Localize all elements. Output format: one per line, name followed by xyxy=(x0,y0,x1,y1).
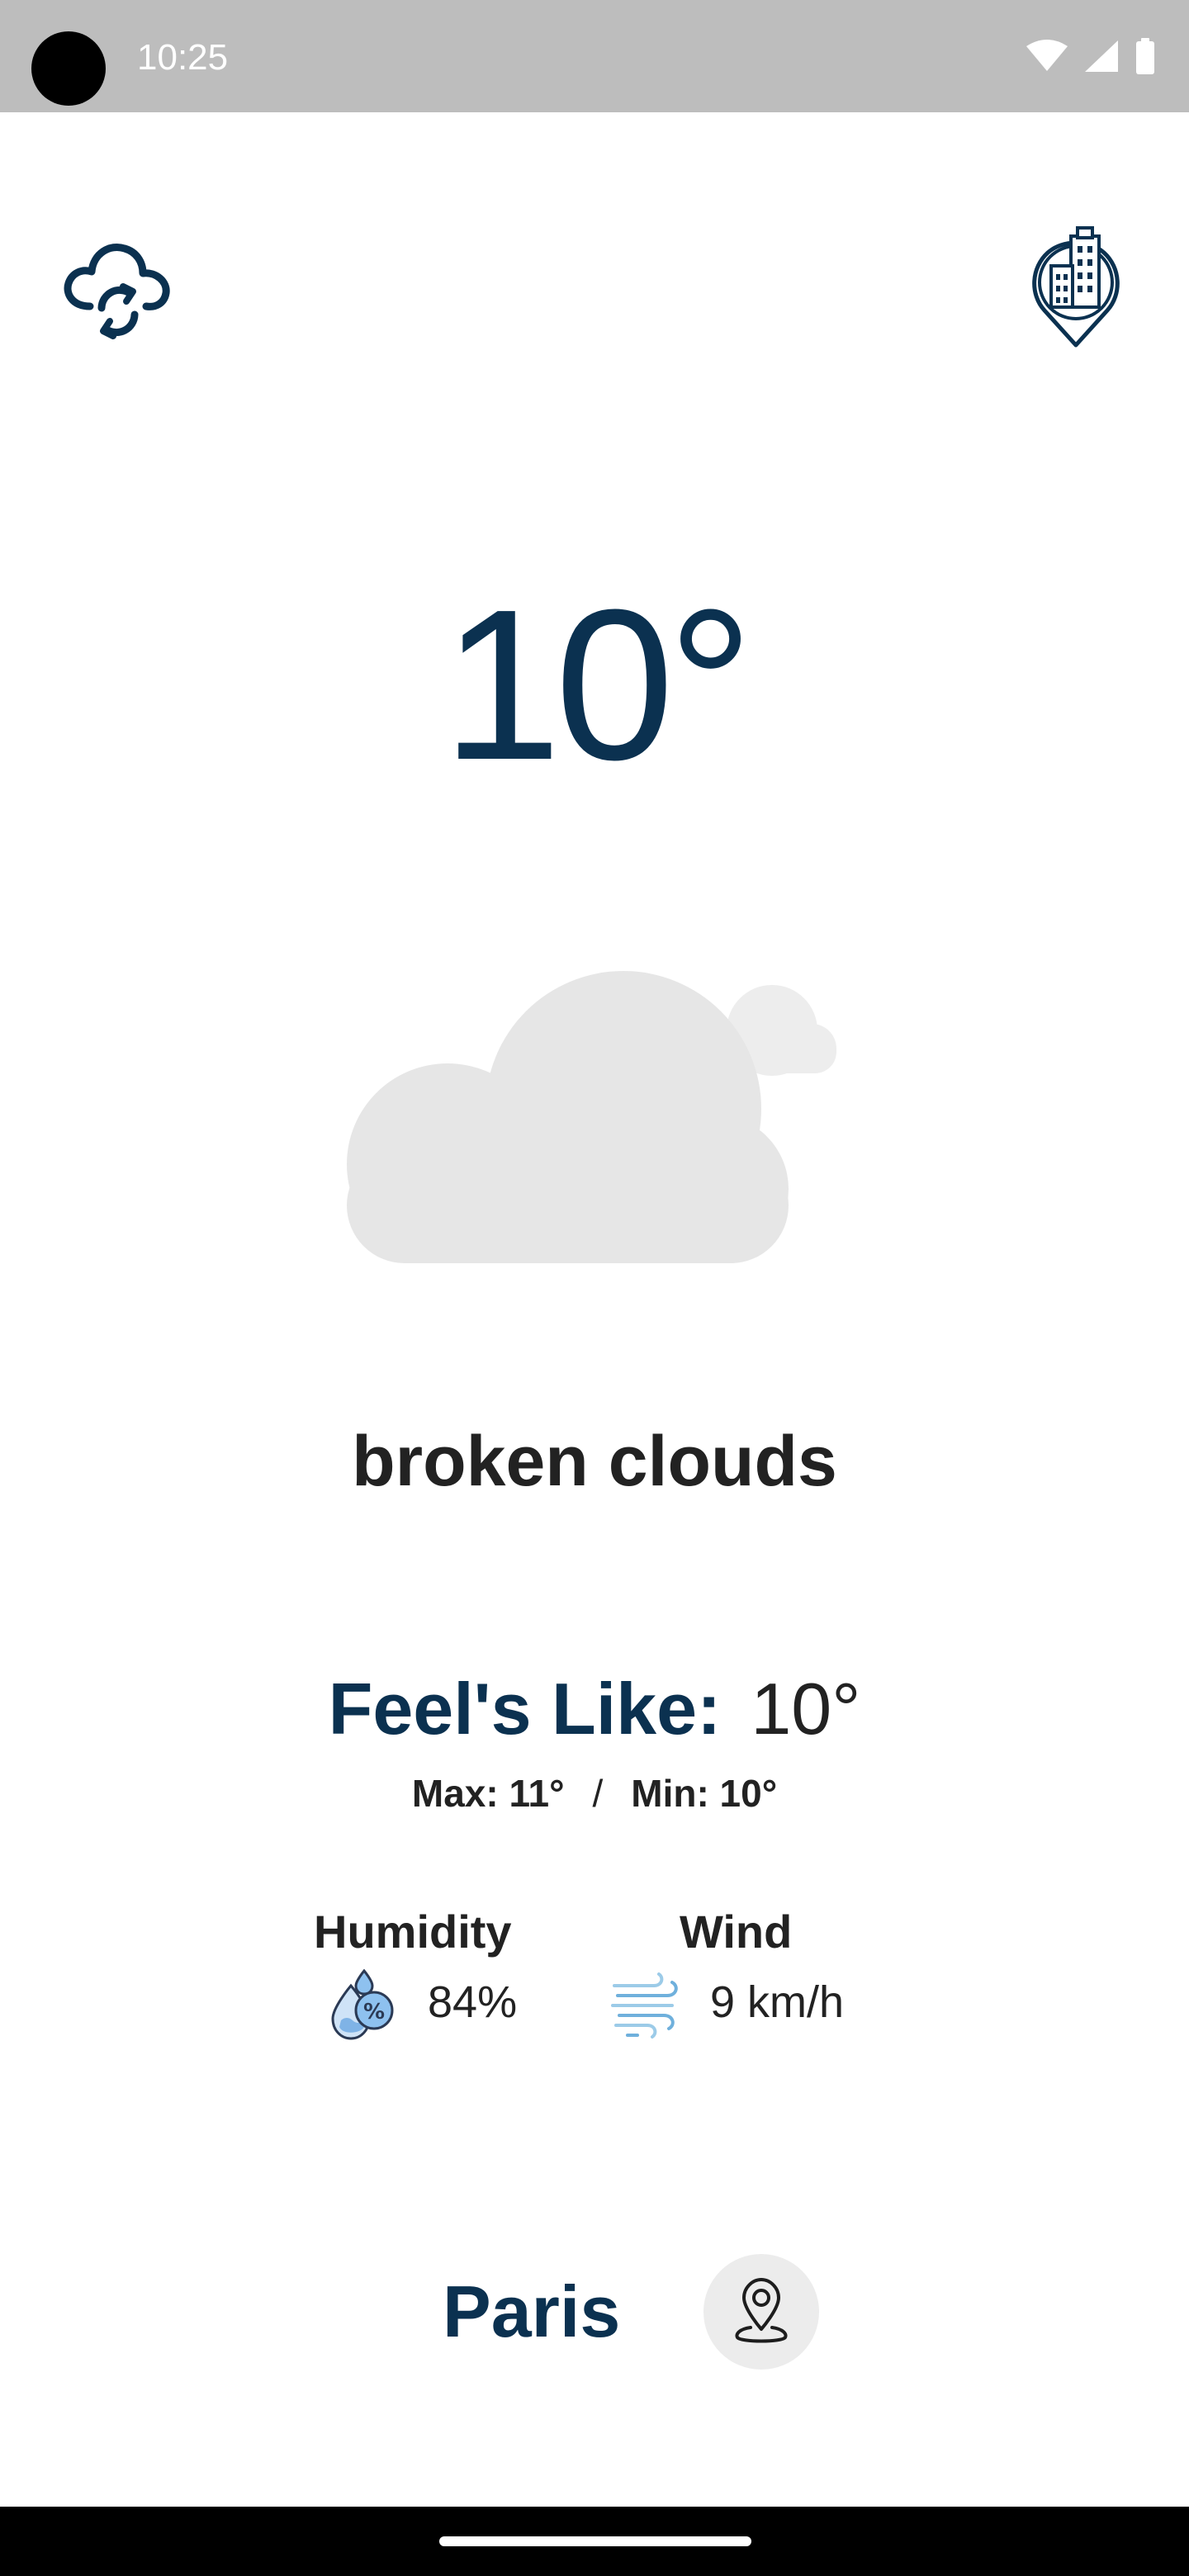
cellular-signal-icon xyxy=(1085,40,1118,72)
wind-icon xyxy=(609,1968,684,2042)
home-gesture-handle[interactable] xyxy=(439,2536,751,2546)
min-temperature: Min: 10° xyxy=(631,1772,778,1815)
broken-clouds-icon xyxy=(347,971,836,1265)
battery-icon xyxy=(1136,38,1154,74)
feels-like-value: 10° xyxy=(751,1668,861,1750)
wifi-icon xyxy=(1026,40,1068,71)
svg-text:%: % xyxy=(363,2000,385,2024)
city-search-button[interactable] xyxy=(1014,225,1138,348)
humidity-value: 84% xyxy=(428,1977,518,2027)
humidity-label: Humidity xyxy=(314,1906,512,1958)
weather-illustration xyxy=(339,949,867,1265)
refresh-weather-button[interactable] xyxy=(54,225,178,348)
feels-like-label: Feel's Like: xyxy=(328,1668,722,1750)
cloud-refresh-icon xyxy=(64,244,170,339)
camera-cutout xyxy=(31,31,106,106)
feels-like-row: Feel's Like: 10° xyxy=(0,1664,1189,1754)
max-min-separator: / xyxy=(592,1772,604,1815)
navigation-bar xyxy=(0,2507,1189,2576)
weather-condition: broken clouds xyxy=(352,1422,837,1501)
humidity-drop-icon: % xyxy=(326,1968,400,2042)
status-icons xyxy=(1026,36,1156,76)
city-name[interactable]: Paris xyxy=(443,2266,620,2357)
city-location-icon xyxy=(1032,226,1120,348)
location-pin-icon xyxy=(735,2278,788,2343)
status-time: 10:25 xyxy=(137,37,229,78)
status-bar: 10:25 xyxy=(0,0,1189,112)
wind-label: Wind xyxy=(680,1906,793,1958)
max-temperature: Max: 11° xyxy=(411,1772,565,1815)
location-button[interactable] xyxy=(703,2254,819,2370)
current-temperature: 10° xyxy=(442,566,753,805)
wind-value: 9 km/h xyxy=(710,1977,845,2027)
max-min-row: Max: 11° / Min: 10° xyxy=(0,1769,1189,1818)
